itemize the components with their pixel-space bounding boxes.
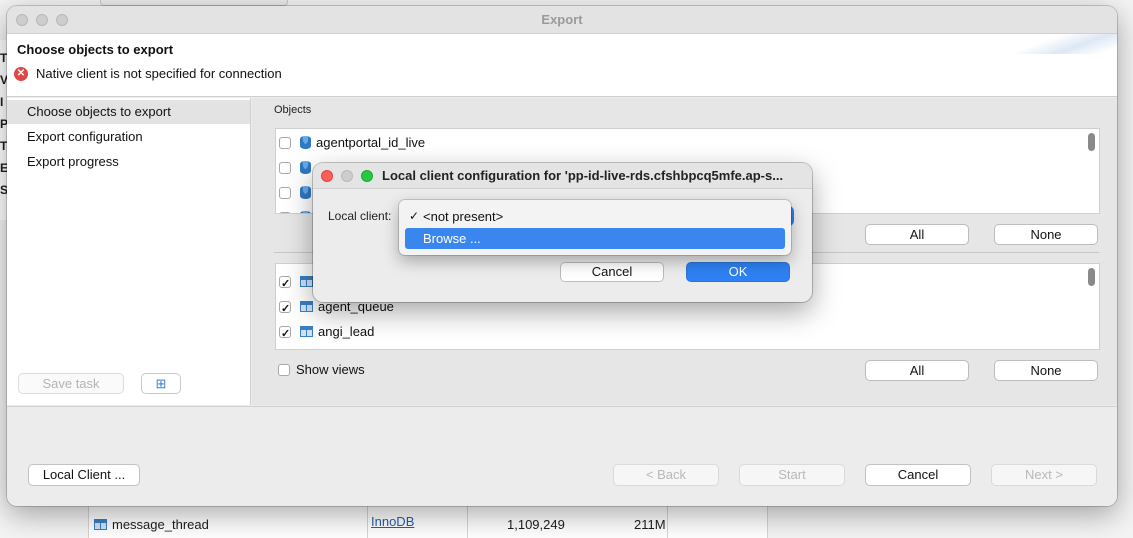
table-name: message_thread xyxy=(112,517,209,532)
dialog-titlebar: Local client configuration for 'pp-id-li… xyxy=(313,163,812,189)
dialog-close-button[interactable] xyxy=(321,170,333,182)
table-name: angi_lead xyxy=(318,324,375,339)
page-title: Choose objects to export xyxy=(17,42,174,57)
sidebar-item-choose-objects[interactable]: Choose objects to export xyxy=(7,100,250,124)
error-message: Native client is not specified for conne… xyxy=(36,66,282,81)
tasks-icon: ⊞ xyxy=(155,376,167,391)
table-checkbox[interactable] xyxy=(279,297,291,321)
row-count: 1,109,249 xyxy=(507,517,565,532)
table-checkbox[interactable] xyxy=(279,322,291,346)
show-views-checkbox[interactable] xyxy=(278,364,290,376)
back-button[interactable]: < Back xyxy=(613,464,719,486)
databases-all-button[interactable]: All xyxy=(865,224,969,245)
dialog-ok-button[interactable]: OK xyxy=(686,262,790,282)
database-checkbox[interactable] xyxy=(279,212,291,213)
list-item[interactable]: agentportal_id_live xyxy=(276,131,425,155)
database-list-scrollbar[interactable] xyxy=(1088,133,1095,151)
databases-none-button[interactable]: None xyxy=(994,224,1098,245)
list-item[interactable] xyxy=(276,206,316,213)
start-button[interactable]: Start xyxy=(739,464,845,486)
table-icon xyxy=(300,326,313,337)
list-item[interactable] xyxy=(276,345,318,349)
table-checkbox[interactable] xyxy=(279,272,291,296)
dropdown-option-label: Browse ... xyxy=(423,231,481,246)
window-title: Export xyxy=(541,12,583,27)
background-table: message_thread InnoDB 1,109,249 211M xyxy=(88,505,768,538)
database-icon xyxy=(300,211,311,213)
show-views-option[interactable]: Show views xyxy=(278,362,365,378)
dialog-minimize-button[interactable] xyxy=(341,170,353,182)
database-name: agentportal_id_live xyxy=(316,135,426,150)
cancel-button[interactable]: Cancel xyxy=(865,464,971,486)
checkmark-icon: ✓ xyxy=(409,209,420,223)
window-titlebar: Export xyxy=(7,6,1117,34)
column-divider xyxy=(467,505,468,538)
dropdown-option-label: <not present> xyxy=(423,209,504,224)
table-icon xyxy=(94,519,107,530)
tables-none-button[interactable]: None xyxy=(994,360,1098,381)
dialog-cancel-button[interactable]: Cancel xyxy=(560,262,664,282)
table-icon xyxy=(300,301,313,312)
dialog-zoom-button[interactable] xyxy=(361,170,373,182)
database-checkbox[interactable] xyxy=(279,187,291,199)
sidebar-item-export-configuration[interactable]: Export configuration xyxy=(7,125,250,149)
column-divider xyxy=(667,505,668,538)
header-decoration xyxy=(1017,34,1117,54)
local-client-dropdown-menu: ✓ <not present> Browse ... xyxy=(399,200,791,255)
sidebar-item-export-progress[interactable]: Export progress xyxy=(7,150,250,174)
tables-all-button[interactable]: All xyxy=(865,360,969,381)
error-icon: ✕ xyxy=(14,67,28,81)
wizard-footer: Local Client ... < Back Start Cancel Nex… xyxy=(7,406,1117,506)
local-client-button[interactable]: Local Client ... xyxy=(28,464,140,486)
table-size: 211M xyxy=(634,517,666,532)
column-divider xyxy=(767,505,768,538)
wizard-header: Choose objects to export ✕ Native client… xyxy=(7,34,1117,97)
database-checkbox[interactable] xyxy=(279,137,291,149)
tasks-icon-button[interactable]: ⊞ xyxy=(141,373,181,394)
list-item[interactable]: angi_lead xyxy=(276,320,375,346)
next-button[interactable]: Next > xyxy=(991,464,1097,486)
dropdown-option-browse[interactable]: Browse ... xyxy=(405,228,785,249)
database-checkbox[interactable] xyxy=(279,162,291,174)
database-icon xyxy=(300,161,311,174)
local-client-label: Local client: xyxy=(328,209,392,223)
column-divider xyxy=(367,505,368,538)
table-icon xyxy=(300,276,313,287)
show-views-label: Show views xyxy=(296,362,365,377)
save-task-button[interactable]: Save task xyxy=(18,373,124,394)
wizard-sidebar: Choose objects to export Export configur… xyxy=(7,98,251,405)
database-icon xyxy=(300,186,311,199)
dialog-title: Local client configuration for 'pp-id-li… xyxy=(382,168,784,183)
engine-link[interactable]: InnoDB xyxy=(371,511,414,533)
objects-label: Objects xyxy=(274,104,312,116)
dropdown-option-not-present[interactable]: ✓ <not present> xyxy=(405,206,785,227)
database-icon xyxy=(300,136,311,149)
table-list-scrollbar[interactable] xyxy=(1088,268,1095,286)
